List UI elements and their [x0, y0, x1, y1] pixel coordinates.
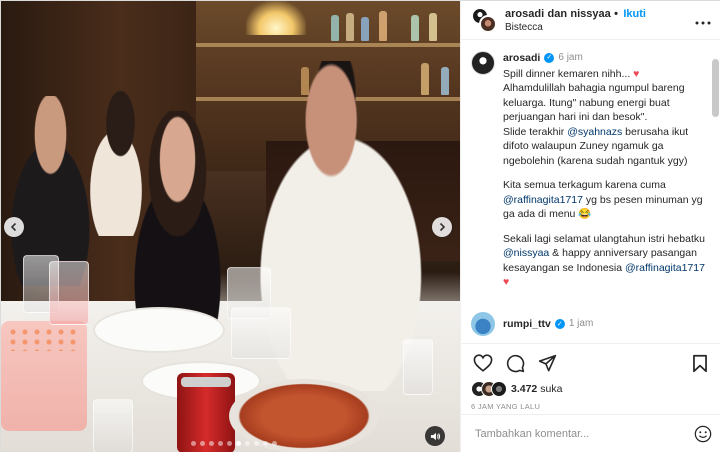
carousel-dot — [254, 441, 259, 446]
comment-input[interactable] — [475, 428, 694, 440]
comment-item: rumpi_ttv ✓ 1 jam — [471, 311, 708, 336]
more-horizontal-icon — [695, 21, 711, 25]
ceiling-lamp — [246, 1, 306, 35]
caption-username[interactable]: arosadi — [503, 51, 540, 66]
post-timestamp[interactable]: 6 JAM YANG LALU — [471, 402, 712, 411]
post-side-panel: arosadi dan nissyaa • Ikuti Bistecca aro… — [460, 1, 720, 452]
comments-scrollbar[interactable] — [712, 59, 719, 117]
laughing-emoji: 😂 — [578, 208, 592, 220]
header-separator: • — [614, 7, 618, 20]
liker-avatars — [471, 381, 507, 397]
caption-body: arosadi ✓ 6 jam Spill dinner kemaren nih… — [503, 51, 708, 300]
instagram-post: arosadi dan nissyaa • Ikuti Bistecca aro… — [0, 0, 720, 452]
comments-list[interactable]: arosadi ✓ 6 jam Spill dinner kemaren nih… — [461, 41, 720, 343]
add-comment-bar — [461, 414, 720, 452]
speaker-icon — [430, 432, 440, 440]
location-link[interactable]: Bistecca — [505, 21, 695, 35]
mention-link[interactable]: @syahnazs — [567, 126, 622, 138]
save-button[interactable] — [688, 351, 712, 375]
caption-text: Spill dinner kemaren nihh... — [503, 67, 634, 80]
carousel-dot — [209, 441, 214, 446]
likes-row[interactable]: 3.472 suka — [471, 378, 712, 400]
caption-paragraph: Sekali lagi selamat ulangtahun istri heb… — [503, 232, 708, 290]
comment-time: 1 jam — [568, 318, 594, 329]
like-button[interactable] — [471, 351, 495, 375]
caption-paragraph: Spill dinner kemaren nihh... ♥ Alhamduli… — [503, 67, 708, 169]
carousel-dot — [272, 441, 277, 446]
carousel-dot — [200, 441, 205, 446]
smiley-icon — [694, 425, 712, 443]
caption-paragraph: Kita semua terkagum karena cuma @raffina… — [503, 178, 708, 222]
bottle — [379, 11, 387, 41]
verified-badge-icon: ✓ — [554, 318, 565, 329]
glass — [403, 339, 433, 395]
bookmark-icon — [693, 354, 707, 372]
carousel-dot — [191, 441, 196, 446]
heart-emoji: ♥ — [633, 67, 640, 80]
avatar[interactable] — [479, 15, 497, 33]
mention-link[interactable]: @raffinagita1717 — [503, 194, 583, 206]
carousel-dot — [236, 441, 241, 446]
avatar — [491, 381, 507, 397]
post-header: arosadi dan nissyaa • Ikuti Bistecca — [461, 1, 720, 40]
caption-text: Alhamdulillah bahagia ngumpul bareng kel… — [503, 82, 685, 123]
caption-text: Sekali lagi selamat ulangtahun istri heb… — [503, 232, 705, 245]
heart-emoji: ♥ — [503, 276, 510, 288]
bottle — [429, 13, 437, 41]
glass — [93, 399, 133, 452]
glass — [49, 261, 89, 325]
caption: arosadi ✓ 6 jam Spill dinner kemaren nih… — [471, 51, 708, 300]
more-options-button[interactable] — [695, 12, 711, 28]
caption-text: Kita semua terkagum karena cuma — [503, 179, 666, 191]
shelf-row — [196, 43, 460, 47]
bottle — [361, 17, 369, 41]
caption-header: arosadi ✓ 6 jam — [503, 51, 708, 66]
carousel-indicator — [191, 441, 277, 446]
comment-username[interactable]: rumpi_ttv — [503, 318, 551, 330]
post-actions: 3.472 suka 6 JAM YANG LALU — [461, 343, 720, 411]
next-slide-button[interactable] — [432, 217, 452, 237]
sound-toggle-button[interactable] — [425, 426, 445, 446]
bottle — [411, 15, 419, 41]
carousel-dot — [245, 441, 250, 446]
bottle — [346, 13, 354, 41]
avatar[interactable] — [471, 311, 495, 336]
header-text: arosadi dan nissyaa • Ikuti Bistecca — [505, 6, 695, 35]
likes-count[interactable]: 3.472 — [511, 383, 537, 395]
collab-avatars[interactable] — [471, 7, 497, 33]
send-icon — [538, 354, 556, 371]
cake-decoration — [7, 327, 81, 351]
action-icons — [471, 350, 712, 376]
chevron-right-icon — [439, 222, 446, 232]
mention-link[interactable]: @nissyaa — [503, 247, 549, 259]
share-button[interactable] — [535, 351, 559, 375]
caption-text: Slide terakhir — [503, 125, 568, 138]
comment-button[interactable] — [503, 351, 527, 375]
chevron-left-icon — [10, 222, 17, 232]
bottle — [331, 15, 339, 41]
caption-time: 6 jam — [558, 52, 583, 63]
post-photo[interactable] — [1, 1, 460, 452]
author-username[interactable]: arosadi — [505, 8, 544, 20]
comment-icon — [506, 354, 524, 372]
carousel-dot — [218, 441, 223, 446]
collab-connector: dan — [547, 7, 568, 20]
plate — [93, 307, 225, 353]
follow-button[interactable]: Ikuti — [623, 8, 646, 20]
heart-icon — [473, 354, 493, 372]
likes-label[interactable]: suka — [540, 383, 562, 395]
glass — [231, 307, 291, 359]
carousel-dot — [227, 441, 232, 446]
verified-badge-icon: ✓ — [544, 53, 555, 64]
collab-username[interactable]: nissyaa — [570, 8, 610, 20]
carousel-dot — [263, 441, 268, 446]
previous-slide-button[interactable] — [4, 217, 24, 237]
mention-link[interactable]: @raffinagita1717 — [625, 262, 705, 274]
emoji-picker-button[interactable] — [694, 425, 712, 443]
avatar[interactable] — [471, 51, 495, 75]
